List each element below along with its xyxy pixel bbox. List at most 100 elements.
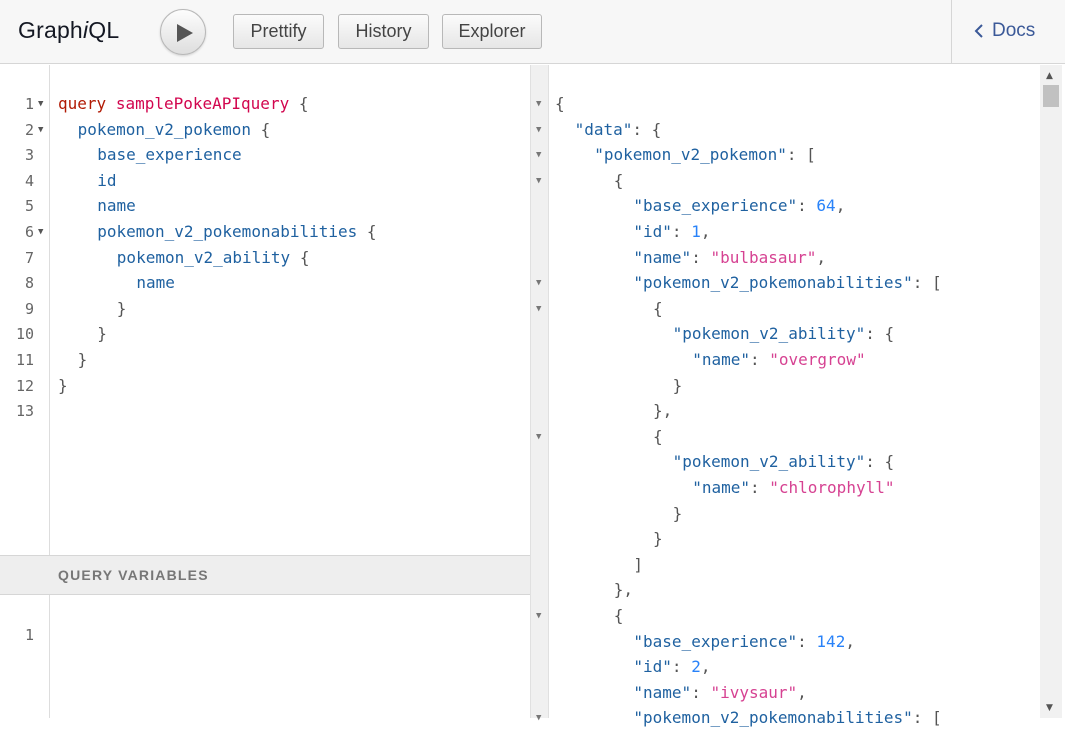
line-number: 12 xyxy=(15,376,34,395)
fold-arrow-icon[interactable]: ▼ xyxy=(38,219,43,245)
code-line: pokemon_v2_pokemon { xyxy=(78,117,271,143)
result-line: "pokemon_v2_pokemonabilities": [ xyxy=(633,705,941,731)
code-token: 64 xyxy=(816,196,836,216)
fold-arrow-icon[interactable]: ▼ xyxy=(38,117,43,143)
result-line: "name": "chlorophyll" xyxy=(692,475,894,501)
code-token: 1 xyxy=(691,222,701,241)
code-token: samplePokeAPIquery xyxy=(115,94,290,113)
result-line: { xyxy=(614,603,624,629)
app-title: GraphiQL xyxy=(18,17,119,44)
code-token: { xyxy=(357,222,377,241)
scrollbar-thumb[interactable] xyxy=(1043,85,1059,107)
code-line: query samplePokeAPIquery { xyxy=(58,91,308,117)
code-token: { xyxy=(613,606,624,625)
line-number: 11 xyxy=(15,351,34,369)
query-variables-title: QUERY VARIABLES xyxy=(58,567,209,583)
result-scrollbar[interactable]: ▲ ▼ xyxy=(1040,65,1062,718)
code-token: { xyxy=(290,247,310,267)
code-token: } xyxy=(77,350,88,369)
result-line: } xyxy=(673,501,683,527)
scroll-down-arrow-icon[interactable]: ▼ xyxy=(1046,703,1053,713)
result-viewer[interactable]: ▼{▼ "data": {▼ "pokemon_v2_pokemon": [▼{"b… xyxy=(530,65,1065,727)
code-token: "pokemon_v2_ability" xyxy=(672,324,866,344)
code-token: : xyxy=(691,247,711,267)
fold-arrow-icon[interactable]: ▼ xyxy=(536,705,541,731)
code-token: : { xyxy=(865,452,895,472)
code-token: "id" xyxy=(633,222,672,241)
code-token: { xyxy=(289,94,309,113)
code-token: "pokemon_v2_pokemonabilities" xyxy=(633,273,913,293)
fold-arrow-icon[interactable]: ▼ xyxy=(536,91,541,117)
code-token: 2 xyxy=(691,657,701,677)
code-token: "data" xyxy=(574,119,633,139)
code-token: }, xyxy=(653,401,673,421)
code-line: pokemon_v2_pokemonabilities { xyxy=(97,219,376,245)
code-token: "name" xyxy=(633,247,692,267)
code-token: "base_experience" xyxy=(633,196,798,216)
code-token: "ivysaur" xyxy=(710,682,798,702)
fold-arrow-icon[interactable]: ▼ xyxy=(536,117,541,143)
fold-arrow-icon[interactable]: ▼ xyxy=(536,296,541,322)
code-line: } xyxy=(117,296,127,322)
result-line: { xyxy=(653,296,663,322)
docs-panel-toggle-area: Docs xyxy=(951,0,1065,64)
fold-arrow-icon[interactable]: ▼ xyxy=(536,424,541,450)
docs-button[interactable]: Docs xyxy=(974,20,1035,42)
code-line: } xyxy=(97,321,107,347)
result-line: "pokemon_v2_ability": { xyxy=(673,449,895,475)
line-number: 5 xyxy=(24,197,34,216)
code-token: : xyxy=(671,657,692,677)
result-line: "pokemon_v2_pokemon": [ xyxy=(594,142,816,168)
code-token: : xyxy=(749,350,770,369)
result-line: }, xyxy=(614,577,633,603)
code-token: "name" xyxy=(633,682,692,702)
query-variables-editor[interactable]: 1 xyxy=(0,595,530,718)
code-token: name xyxy=(136,273,175,293)
code-token: } xyxy=(58,375,68,395)
code-token: : [ xyxy=(912,273,942,293)
history-button[interactable]: History xyxy=(338,14,429,49)
app-title-suffix: QL xyxy=(88,17,120,43)
scroll-up-arrow-icon[interactable]: ▲ xyxy=(1046,71,1053,81)
line-number: 2 xyxy=(24,120,34,139)
code-token: "pokemon_v2_ability" xyxy=(672,452,866,472)
result-line: } xyxy=(673,373,683,399)
code-token: ] xyxy=(633,554,644,574)
code-token: } xyxy=(97,324,107,344)
fold-arrow-icon[interactable]: ▼ xyxy=(38,91,43,117)
fold-arrow-icon[interactable]: ▼ xyxy=(536,270,541,296)
result-line: "base_experience": 64, xyxy=(633,193,845,219)
prettify-button[interactable]: Prettify xyxy=(233,14,324,49)
code-token: base_experience xyxy=(97,145,242,165)
code-token: "pokemon_v2_pokemon" xyxy=(594,145,787,165)
code-token: "id" xyxy=(633,657,672,677)
fold-arrow-icon[interactable]: ▼ xyxy=(536,168,541,194)
query-editor[interactable]: 1 ▼ query samplePokeAPIquery {2 ▼ pokemon_v2… xyxy=(0,65,530,555)
line-number: 6 xyxy=(24,223,34,241)
app-title-prefix: Graph xyxy=(18,17,83,43)
execute-query-button[interactable] xyxy=(160,9,206,55)
code-token: pokemon_v2_pokemonabilities xyxy=(97,222,358,241)
variables-editor-gutter xyxy=(0,595,50,718)
query-variables-header[interactable]: QUERY VARIABLES xyxy=(0,555,530,595)
result-line: { xyxy=(555,91,565,117)
line-number: 10 xyxy=(15,325,34,344)
code-token: }, xyxy=(613,580,634,600)
result-line: "pokemon_v2_ability": { xyxy=(673,321,895,347)
fold-arrow-icon[interactable]: ▼ xyxy=(536,603,541,629)
code-token: : { xyxy=(632,119,662,139)
code-line: name xyxy=(97,193,136,219)
result-line: "pokemon_v2_pokemonabilities": [ xyxy=(633,270,941,296)
code-token: { xyxy=(555,94,565,113)
fold-arrow-icon[interactable]: ▼ xyxy=(536,142,541,168)
explorer-button[interactable]: Explorer xyxy=(442,14,542,49)
result-line: { xyxy=(614,168,624,194)
result-line: } xyxy=(653,526,663,552)
code-token: query xyxy=(58,94,107,113)
code-line: name xyxy=(136,270,175,296)
line-number: 9 xyxy=(24,299,34,318)
code-token: "name" xyxy=(692,350,750,369)
result-line: { xyxy=(653,424,663,450)
code-token: { xyxy=(613,170,624,190)
